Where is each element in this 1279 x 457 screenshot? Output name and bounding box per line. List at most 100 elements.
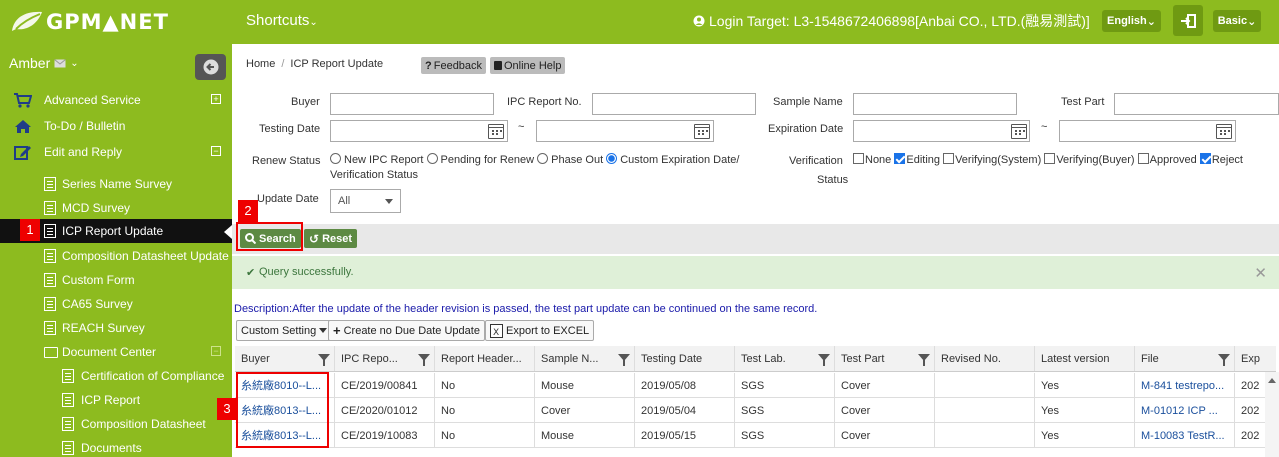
logout-button[interactable]	[1173, 5, 1203, 36]
table-scrollbar[interactable]	[1265, 372, 1279, 457]
filter-icon[interactable]	[818, 354, 830, 366]
expand-icon[interactable]: +	[211, 94, 221, 104]
col-file[interactable]: File	[1135, 346, 1235, 371]
file-link[interactable]: M-841 testrepo...	[1135, 373, 1235, 397]
renew-option-phase-out[interactable]: Phase Out	[537, 153, 604, 166]
main-content: Home / ICP Report Update ? Feedback Onlin…	[232, 44, 1279, 457]
header-label: Buyer	[241, 353, 270, 365]
calendar-icon[interactable]	[1216, 124, 1232, 139]
sidebar-item-label: ICP Report	[81, 393, 141, 407]
buyer-input[interactable]	[330, 93, 494, 115]
scroll-up-icon[interactable]	[1268, 378, 1276, 383]
custom-setting-dropdown[interactable]: Custom Setting	[236, 320, 333, 341]
table-cell: SGS	[735, 398, 835, 422]
sidebar-item-composition-datasheet[interactable]: Composition Datasheet	[0, 412, 232, 436]
sidebar-item-custom-form[interactable]: Custom Form	[0, 268, 232, 292]
table-cell: CE/2019/00841	[335, 373, 435, 397]
table-row[interactable]: 糸統廠8013--L... CE/2019/10083 No Mouse 201…	[235, 423, 1276, 448]
table-row[interactable]: 糸統廠8013--L... CE/2020/01012 No Cover 201…	[235, 398, 1276, 423]
sample-name-input[interactable]	[853, 93, 1017, 115]
basic-select[interactable]: Basic ⌄	[1213, 10, 1261, 32]
filter-icon[interactable]	[618, 354, 630, 366]
sidebar-item-advanced-service[interactable]: Advanced Service +	[0, 88, 232, 112]
language-select[interactable]: English ⌄	[1102, 10, 1161, 32]
checkbox-icon	[1137, 153, 1149, 164]
col-sample-name[interactable]: Sample N...	[535, 346, 635, 371]
table-cell: No	[435, 373, 535, 397]
option-label: New IPC Report	[344, 154, 424, 166]
export-excel-button[interactable]: X Export to EXCEL	[485, 320, 595, 341]
col-testing-date[interactable]: Testing Date	[635, 346, 735, 371]
renew-option-pending[interactable]: Pending for Renew	[426, 153, 535, 166]
file-link[interactable]: M-10083 TestR...	[1135, 423, 1235, 447]
user-menu[interactable]: Amber ⌄	[9, 55, 79, 71]
table-cell	[935, 398, 1035, 422]
sidebar-item-reach-survey[interactable]: REACH Survey	[0, 316, 232, 340]
expiration-date-from-input[interactable]	[853, 120, 1030, 142]
create-no-due-date-button[interactable]: + Create no Due Date Update	[328, 320, 485, 341]
sidebar-item-certification[interactable]: Certification of Compliance	[0, 364, 232, 388]
logo[interactable]: GPM▲NET	[10, 9, 169, 35]
verification-reject[interactable]: Reject	[1199, 153, 1243, 166]
sidebar-item-edit-reply[interactable]: Edit and Reply −	[0, 140, 232, 164]
breadcrumb-home[interactable]: Home	[246, 58, 275, 70]
calendar-icon[interactable]	[1011, 124, 1027, 139]
ipc-report-no-input[interactable]	[592, 93, 756, 115]
sidebar-item-documents[interactable]: Documents	[0, 436, 232, 457]
col-buyer[interactable]: Buyer	[235, 346, 335, 371]
expiration-date-to-input[interactable]	[1059, 120, 1236, 142]
update-date-select[interactable]: All	[330, 189, 401, 213]
filter-icon[interactable]	[1218, 354, 1230, 366]
calendar-icon[interactable]	[488, 124, 504, 139]
col-revised-no[interactable]: Revised No.	[935, 346, 1035, 371]
verification-system[interactable]: Verifying(System)	[943, 153, 1041, 166]
close-icon[interactable]: ✕	[1254, 264, 1267, 282]
sidebar-item-composition-datasheet-update[interactable]: Composition Datasheet Update	[0, 244, 232, 268]
feedback-label: Feedback	[433, 59, 483, 72]
sidebar-item-series-name-survey[interactable]: Series Name Survey	[0, 172, 232, 196]
option-label: Verifying(Buyer)	[1056, 154, 1135, 166]
collapse-sidebar-button[interactable]	[195, 54, 226, 80]
online-help-button[interactable]: Online Help	[490, 57, 566, 74]
checkbox-checked-icon	[894, 153, 906, 164]
renew-option-custom[interactable]: Custom Expiration Date/	[606, 153, 739, 166]
test-part-input[interactable]	[1114, 93, 1279, 115]
sidebar-item-ca65-survey[interactable]: CA65 Survey	[0, 292, 232, 316]
verification-approved[interactable]: Approved	[1137, 153, 1197, 166]
filter-icon[interactable]	[918, 354, 930, 366]
option-label: Phase Out	[551, 154, 604, 166]
icp-report-table: Buyer IPC Repo... Report Header... Sampl…	[235, 346, 1276, 457]
collapse-icon[interactable]: −	[211, 346, 221, 356]
shortcuts-menu[interactable]: Shortcuts⌄	[246, 12, 318, 29]
sidebar-item-todo[interactable]: To-Do / Bulletin	[0, 114, 232, 138]
verification-buyer[interactable]: Verifying(Buyer)	[1044, 153, 1135, 166]
verification-none[interactable]: None	[853, 153, 891, 166]
col-ipc-report[interactable]: IPC Repo...	[335, 346, 435, 371]
radio-icon	[426, 153, 438, 164]
breadcrumb: Home / ICP Report Update	[246, 58, 383, 70]
sidebar-item-mcd-survey[interactable]: MCD Survey	[0, 196, 232, 220]
option-label: Pending for Renew	[440, 154, 535, 166]
breadcrumb-separator: /	[281, 58, 285, 70]
table-cell: Yes	[1035, 423, 1135, 447]
sidebar-item-icp-report[interactable]: ICP Report	[0, 388, 232, 412]
filter-icon[interactable]	[318, 354, 330, 366]
col-test-lab[interactable]: Test Lab.	[735, 346, 835, 371]
reset-button[interactable]: ↺ Reset	[304, 229, 358, 248]
testing-date-to-input[interactable]	[536, 120, 714, 142]
filter-icon[interactable]	[418, 354, 430, 366]
col-report-header[interactable]: Report Header...	[435, 346, 535, 371]
table-row[interactable]: 糸統廠8010--L... CE/2019/00841 No Mouse 201…	[235, 373, 1276, 398]
feedback-button[interactable]: ? Feedback	[421, 57, 487, 74]
collapse-icon[interactable]: −	[211, 146, 221, 156]
sidebar-item-document-center[interactable]: Document Center −	[0, 340, 232, 364]
col-latest-version[interactable]: Latest version	[1035, 346, 1135, 371]
col-exp[interactable]: Exp	[1235, 346, 1276, 371]
table-cell: No	[435, 423, 535, 447]
renew-option-new[interactable]: New IPC Report	[330, 153, 424, 166]
verification-editing[interactable]: Editing	[894, 153, 940, 166]
file-link[interactable]: M-01012 ICP ...	[1135, 398, 1235, 422]
calendar-icon[interactable]	[694, 124, 710, 139]
col-test-part[interactable]: Test Part	[835, 346, 935, 371]
testing-date-from-input[interactable]	[330, 120, 508, 142]
